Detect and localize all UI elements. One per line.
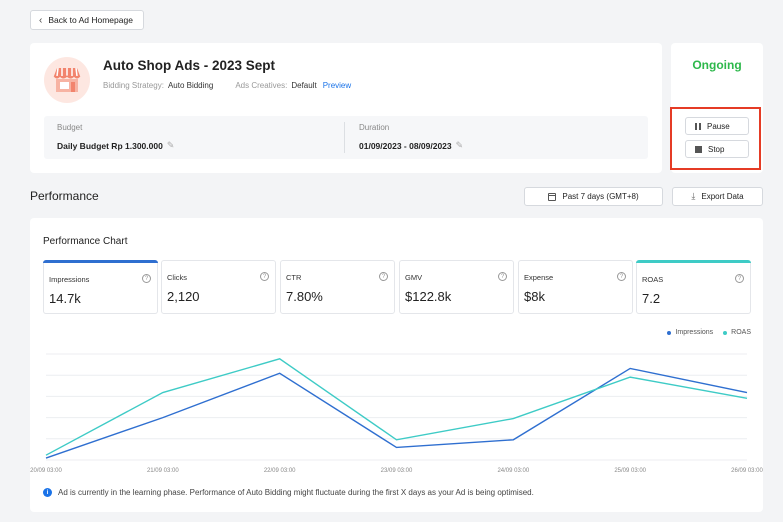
x-tick-label: 21/09 03:00 <box>147 468 179 474</box>
date-range-button[interactable]: Past 7 days (GMT+8) <box>524 187 663 206</box>
download-icon: ⤓ <box>691 191 696 201</box>
x-tick-label: 26/09 03:00 <box>731 468 763 474</box>
date-range-label: Past 7 days (GMT+8) <box>562 192 639 201</box>
chart-legend: Impressions ROAS <box>667 329 751 336</box>
metric-label: GMV <box>405 273 423 282</box>
metric-card-roas[interactable]: ROAS ? 7.2 <box>636 260 751 314</box>
budget-value: Daily Budget Rp 1.300.000 <box>57 140 163 151</box>
duration-section: Duration 01/09/2023 - 08/09/2023 ✎ <box>359 123 463 151</box>
shop-logo-icon <box>44 57 90 103</box>
active-indicator <box>43 260 158 263</box>
legend-label: Impressions <box>675 329 714 336</box>
x-tick-label: 23/09 03:00 <box>381 468 413 474</box>
preview-link[interactable]: Preview <box>323 81 351 90</box>
series-line-impressions <box>45 367 748 459</box>
metric-card-gmv[interactable]: GMV ? $122.8k <box>399 260 514 314</box>
metric-card-expense[interactable]: Expense ? $8k <box>518 260 633 314</box>
x-tick-label: 24/09 03:00 <box>497 468 529 474</box>
metric-value: $122.8k <box>405 289 452 304</box>
help-icon[interactable]: ? <box>142 274 151 283</box>
legend-label: ROAS <box>731 329 751 336</box>
calendar-icon <box>548 192 557 201</box>
x-tick-label: 20/09 03:00 <box>30 468 62 474</box>
metric-card-ctr[interactable]: CTR ? 7.80% <box>280 260 395 314</box>
metric-label: ROAS <box>642 275 664 284</box>
chevron-left-icon: ‹ <box>39 14 43 26</box>
bidding-strategy-label: Bidding Strategy: <box>103 81 164 90</box>
metric-label: CTR <box>286 273 302 282</box>
active-indicator <box>636 260 751 263</box>
performance-chart-card: Performance Chart Impressions ? 14.7k Cl… <box>30 218 763 512</box>
x-tick-label: 25/09 03:00 <box>614 468 646 474</box>
help-icon[interactable]: ? <box>379 272 388 281</box>
ad-meta: Bidding Strategy: Auto Bidding Ads Creat… <box>103 81 351 90</box>
legend-dot <box>667 330 672 335</box>
ads-creatives-value: Default <box>291 81 317 90</box>
help-icon[interactable]: ? <box>498 272 507 281</box>
line-chart: 20/09 03:00 21/09 03:00 22/09 03:00 23/09 0… <box>30 353 763 474</box>
metric-value: 7.2 <box>642 291 661 306</box>
status-text: Ongoing <box>692 58 742 72</box>
budget-duration-box: Budget Daily Budget Rp 1.300.000 ✎ Durat… <box>44 116 648 159</box>
divider <box>344 122 345 153</box>
bidding-strategy-value: Auto Bidding <box>167 81 214 90</box>
ad-summary-card: Auto Shop Ads - 2023 Sept Bidding Strate… <box>30 43 662 173</box>
back-to-homepage-button[interactable]: ‹ Back to Ad Homepage <box>30 10 144 30</box>
budget-label: Budget <box>57 123 83 132</box>
metric-value: $8k <box>524 289 545 304</box>
legend-item-roas: ROAS <box>723 329 751 336</box>
export-data-label: Export Data <box>701 192 744 201</box>
x-tick-label: 22/09 03:00 <box>264 468 296 474</box>
metric-label: Expense <box>524 273 554 282</box>
metric-card-impressions[interactable]: Impressions ? 14.7k <box>43 260 158 314</box>
help-icon[interactable]: ? <box>617 272 626 281</box>
metric-label: Impressions <box>49 275 90 284</box>
edit-duration-pencil-icon[interactable]: ✎ <box>456 140 464 151</box>
edit-budget-pencil-icon[interactable]: ✎ <box>167 140 175 151</box>
info-icon: i <box>43 488 52 497</box>
export-data-button[interactable]: ⤓ Export Data <box>672 187 763 206</box>
back-label: Back to Ad Homepage <box>48 15 133 25</box>
ad-title: Auto Shop Ads - 2023 Sept <box>103 58 276 73</box>
learning-phase-note: i Ad is currently in the learning phase.… <box>43 488 534 497</box>
metric-value: 14.7k <box>49 291 81 306</box>
help-icon[interactable]: ? <box>260 272 269 281</box>
budget-section: Budget Daily Budget Rp 1.300.000 ✎ <box>57 123 174 151</box>
legend-dot <box>723 330 728 335</box>
ads-creatives-label: Ads Creatives: <box>235 81 288 90</box>
performance-title: Performance <box>30 189 99 203</box>
duration-label: Duration <box>359 123 390 132</box>
legend-item-impressions: Impressions <box>667 329 713 336</box>
help-icon[interactable]: ? <box>735 274 744 283</box>
note-text: Ad is currently in the learning phase. P… <box>58 488 534 497</box>
duration-value: 01/09/2023 - 08/09/2023 <box>359 140 452 151</box>
chart-title: Performance Chart <box>43 236 128 247</box>
metric-value: 7.80% <box>286 289 323 304</box>
highlight-annotation <box>670 107 761 170</box>
metric-card-clicks[interactable]: Clicks ? 2,120 <box>161 260 276 314</box>
metric-label: Clicks <box>167 273 187 282</box>
series-line-roas <box>45 358 748 456</box>
metric-value: 2,120 <box>167 289 200 304</box>
